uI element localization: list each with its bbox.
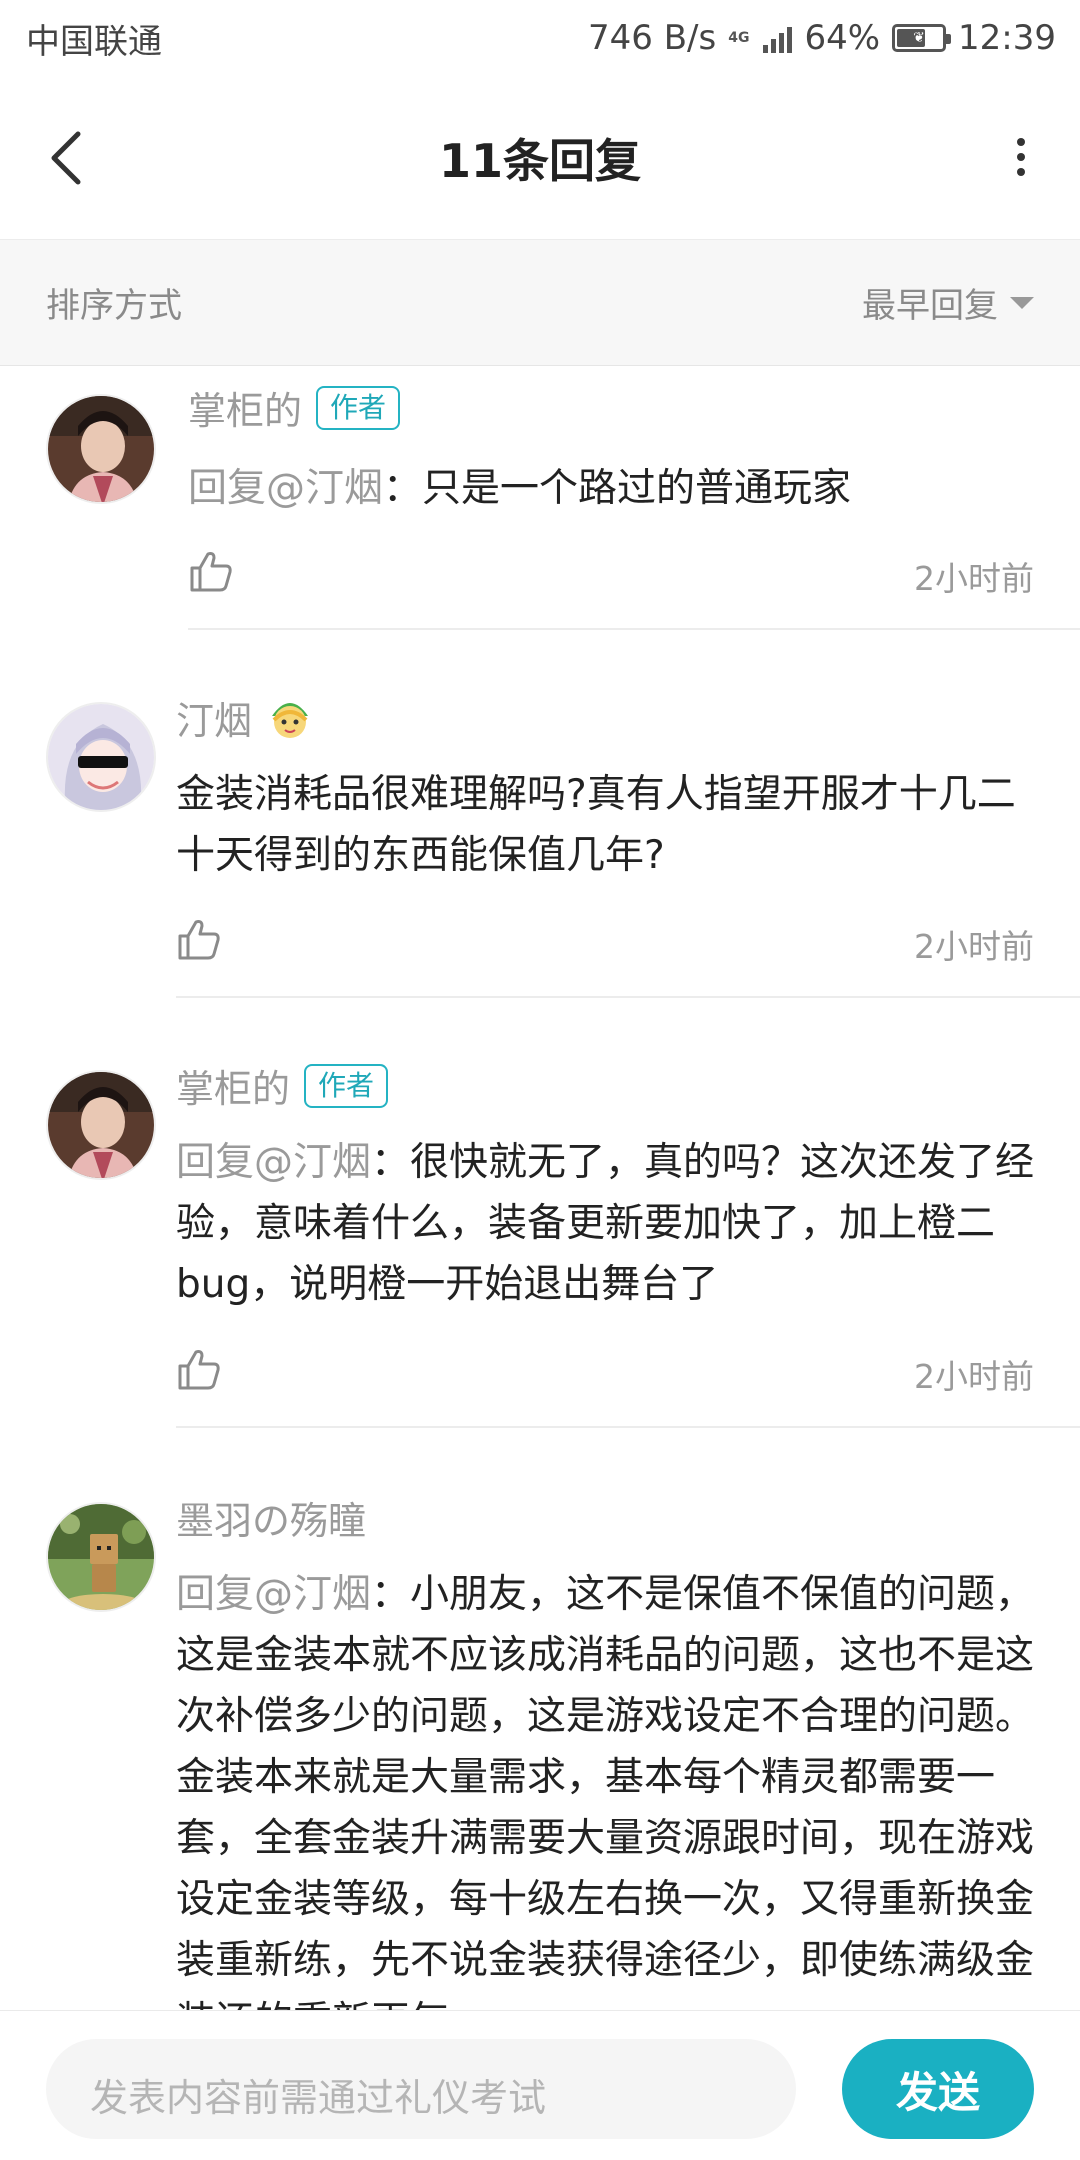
comment-item: 墨羽の殇瞳 回复@汀烟：小朋友，这不是保值不保值的问题，这是金装本就不应该成消耗… [0,1428,1080,2010]
mention-link[interactable]: 回复@汀烟 [176,1572,371,1617]
more-dots-icon [1017,138,1025,146]
comment-body: ：小朋友，这不是保值不保值的问题，这是金装本就不应该成消耗品的问题，这也不是这次… [176,1572,1035,2010]
send-button[interactable]: 发送 [842,2039,1034,2139]
mention-link[interactable]: 回复@汀烟 [188,466,383,511]
avatar[interactable] [46,702,156,812]
caret-down-icon [1010,296,1034,309]
timestamp: 2小时前 [914,559,1034,598]
author-badge: 作者 [316,385,401,430]
avatar[interactable] [46,394,156,504]
comment-body: ：只是一个路过的普通玩家 [383,466,852,511]
back-button[interactable] [44,128,92,188]
sort-dropdown[interactable]: 最早回复 [862,278,1034,327]
username[interactable]: 掌柜的 [176,1058,290,1113]
sort-bar: 排序方式 最早回复 [0,240,1080,366]
avatar[interactable] [46,1502,156,1612]
comment-item: 掌柜的 作者 回复@汀烟：很快就无了，真的吗？这次还发了经验，意味着什么，装备更… [0,998,1080,1428]
status-bar: 中国联通 746 B/s 4G 64% ❦ 12:39 [0,0,1080,76]
battery-percent: 64% [804,18,881,58]
avatar[interactable] [46,1070,156,1180]
page-title: 11条回复 [438,133,641,188]
battery-icon: ❦ [892,24,952,52]
status-right: 746 B/s 4G 64% ❦ 12:39 [588,18,1056,58]
comment-item: 掌柜的 作者 回复@汀烟：只是一个路过的普通玩家 2小时前 [0,366,1080,630]
carrier-label: 中国联通 [26,21,162,62]
comment-input[interactable] [46,2039,796,2139]
name-row: 汀烟 [176,690,314,745]
timestamp: 2小时前 [914,927,1034,966]
name-row: 掌柜的 作者 [188,380,401,435]
author-badge: 作者 [304,1063,389,1108]
clock: 12:39 [958,18,1056,58]
chevron-left-icon [51,131,81,185]
sort-label: 排序方式 [46,286,182,326]
timestamp: 2小时前 [914,1357,1034,1396]
app-header: 11条回复 [0,76,1080,240]
thumbs-up-icon[interactable] [188,548,234,594]
cartoon-face-icon [272,702,309,738]
thumbs-up-icon[interactable] [176,1346,222,1392]
comment-item: 汀烟 金装消耗品很难理解吗?真有人指望开服才十几二十天得到的东西能保值几年? 2… [0,630,1080,998]
username[interactable]: 汀烟 [176,690,252,745]
username[interactable]: 墨羽の殇瞳 [176,1490,366,1545]
net-speed: 746 B/s [588,18,717,58]
network-type: 4G [728,30,750,46]
sort-value: 最早回复 [862,286,998,326]
name-row: 掌柜的 作者 [176,1058,389,1113]
comment-body: 金装消耗品很难理解吗?真有人指望开服才十几二十天得到的东西能保值几年? [176,772,1016,878]
name-row: 墨羽の殇瞳 [176,1490,366,1545]
comment-text: 回复@汀烟：小朋友，这不是保值不保值的问题，这是金装本就不应该成消耗品的问题，这… [176,1564,1038,2010]
comment-text: 金装消耗品很难理解吗?真有人指望开服才十几二十天得到的东西能保值几年? [176,764,1038,886]
leaf-icon: ❦ [913,30,925,46]
comment-text: 回复@汀烟：只是一个路过的普通玩家 [188,458,1038,519]
comment-text: 回复@汀烟：很快就无了，真的吗？这次还发了经验，意味着什么，装备更新要加快了，加… [176,1132,1038,1315]
more-options-button[interactable] [1006,132,1036,182]
thumbs-up-icon[interactable] [176,916,222,962]
composer-bar: 发表内容前需通过礼仪考试 发送 [0,2010,1080,2160]
mention-link[interactable]: 回复@汀烟 [176,1140,371,1185]
username[interactable]: 掌柜的 [188,380,302,435]
signal-icon [763,23,793,53]
